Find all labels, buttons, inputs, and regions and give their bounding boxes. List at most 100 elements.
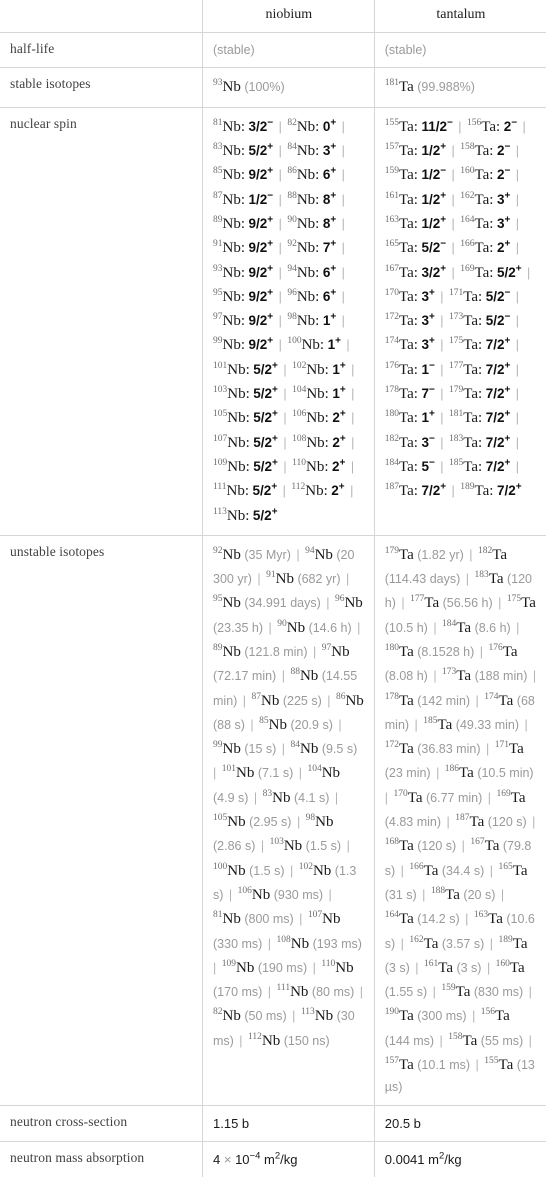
isotope-symbol: 178Ta — [385, 692, 414, 709]
list-separator: | — [347, 362, 355, 377]
nuclear-spin-value: 2+ — [331, 481, 345, 499]
nuclear-spin-value: 7/2+ — [496, 481, 522, 499]
isotope-mass-number: 180 — [384, 409, 399, 420]
nuclear-spin-parity: + — [428, 408, 435, 420]
isotope-element-symbol: Ta — [492, 546, 508, 563]
neutron-mass-absorption-value: 4 × 10−4 m2/kg — [213, 1150, 298, 1167]
isotope-element-symbol: Ta — [474, 264, 490, 281]
nuclear-spin-value: 11/2− — [421, 117, 453, 134]
isotope-mass-number: 170 — [384, 287, 399, 298]
nuclear-spin-parity: + — [428, 335, 435, 347]
list-separator: | — [338, 265, 345, 280]
list-separator: | — [342, 572, 350, 587]
list-separator: | — [432, 766, 443, 781]
list-separator: | — [525, 985, 532, 1000]
row-neutron-mass-absorption: neutron mass absorption 4 × 10−4 m2/kg 0… — [0, 1141, 546, 1177]
isotope-element-symbol: Ta — [399, 313, 414, 330]
isotope-colon: : — [315, 167, 320, 184]
isotope-mass-number: 182 — [478, 545, 493, 556]
nuclear-spin-entry: 103Nb: — [213, 385, 250, 402]
nuclear-spin-entry: 159Ta: — [385, 167, 418, 184]
list-separator: | — [295, 766, 306, 781]
isotope-symbol: 157Ta — [385, 1056, 414, 1073]
isotope-symbol: 110Nb — [292, 457, 324, 475]
half-life-tantalum-value: (stable) — [384, 43, 427, 58]
list-separator: | — [484, 790, 495, 805]
unstable-isotopes-tantalum: 179Ta (1.82 yr) | 182Ta (114.43 days) | … — [374, 535, 546, 1106]
isotope-mass-number: 110 — [292, 457, 306, 468]
isotope-mass-number: 87 — [251, 691, 262, 702]
row-label-half-life: half-life — [0, 32, 203, 69]
neutron-mass-absorption-niobium: 4 × 10−4 m2/kg — [202, 1141, 375, 1177]
list-separator: | — [275, 314, 286, 329]
list-separator: | — [292, 547, 304, 562]
isotope-mass-number: 190 — [384, 1007, 399, 1018]
nuclear-spin-entry: 87Nb: — [213, 191, 245, 208]
isotope-half-life: (330 ms) — [213, 936, 263, 951]
isotope-mass-number: 101 — [213, 360, 228, 371]
list-separator: | — [436, 435, 447, 450]
isotope-half-life: (930 ms) — [273, 887, 324, 902]
isotope-colon: : — [413, 458, 418, 475]
isotope-symbol: 182Ta — [478, 545, 508, 563]
list-separator: | — [454, 119, 466, 134]
isotope-mass-number: 101 — [221, 764, 236, 775]
list-separator: | — [250, 790, 261, 805]
nuclear-spin-entry: 95Nb: — [213, 288, 245, 305]
isotope-element-symbol: Ta — [424, 595, 440, 612]
isotope-element-symbol: Ta — [474, 143, 490, 160]
isotope-symbol: 106Nb — [238, 886, 271, 903]
isotope-half-life: (20.9 s) — [290, 717, 333, 732]
list-separator: | — [275, 265, 286, 280]
isotope-element-symbol: Ta — [423, 862, 439, 879]
isotope-mass-number: 110 — [321, 958, 336, 969]
isotope-half-life: (31 s) — [384, 887, 417, 902]
isotope-element-symbol: Ta — [399, 741, 414, 758]
isotope-mass-number: 104 — [307, 764, 322, 775]
isotope-colon: : — [240, 118, 246, 135]
isotope-mass-number: 165 — [384, 239, 399, 250]
list-separator: | — [235, 1033, 247, 1048]
isotope-half-life: (142 min) — [417, 693, 471, 708]
list-separator: | — [275, 289, 286, 304]
isotope-symbol: 109Nb — [222, 959, 255, 976]
isotope-mass-number: 174 — [384, 336, 399, 347]
isotope-mass-number: 155 — [484, 1056, 499, 1067]
list-separator: | — [293, 815, 304, 830]
isotope-colon: : — [478, 434, 483, 451]
isotope-symbol: 162Ta — [409, 934, 438, 952]
isotope-mass-number: 161 — [384, 190, 399, 201]
isotope-colon: : — [478, 386, 483, 403]
isotope-element-symbol: Ta — [399, 337, 414, 354]
isotope-mass-number: 181 — [449, 409, 464, 420]
isotope-half-life: (3.57 s) — [441, 936, 485, 951]
isotope-mass-number: 162 — [409, 934, 424, 945]
isotope-element-symbol: Nb — [222, 191, 241, 208]
isotope-mass-number: 112 — [248, 1031, 262, 1042]
isotope-symbol: 101Nb — [213, 360, 246, 378]
isotope-element-symbol: Ta — [474, 483, 490, 500]
isotope-mass-number: 188 — [430, 885, 446, 896]
isotope-element-symbol: Nb — [283, 838, 303, 855]
isotope-element-symbol: Ta — [399, 1008, 414, 1025]
nuclear-spin-value: 1/2+ — [421, 190, 447, 207]
isotope-half-life: (8.6 h) — [474, 620, 511, 635]
isotope-element-symbol: Ta — [474, 215, 490, 232]
column-header-niobium: niobium — [202, 0, 375, 34]
isotope-element-symbol: Nb — [306, 361, 325, 378]
list-separator: | — [347, 435, 355, 450]
nuclear-spin-entry: 102Nb: — [292, 361, 329, 378]
list-separator: | — [448, 265, 459, 280]
isotope-colon: : — [323, 483, 328, 500]
isotope-colon: : — [245, 458, 250, 475]
isotope-half-life: (3 s) — [456, 960, 482, 975]
isotope-colon: : — [489, 167, 494, 184]
isotope-half-life: (830 ms) — [473, 985, 524, 1000]
isotope-mass-number: 84 — [287, 142, 297, 153]
isotope-element-symbol: Ta — [407, 789, 423, 806]
isotope-element-symbol: Ta — [399, 386, 414, 403]
isotope-element-symbol: Nb — [222, 215, 241, 232]
isotope-element-symbol: Nb — [306, 434, 325, 451]
isotope-mass-number: 81 — [213, 117, 223, 128]
isotope-symbol: 160Ta — [460, 167, 489, 184]
